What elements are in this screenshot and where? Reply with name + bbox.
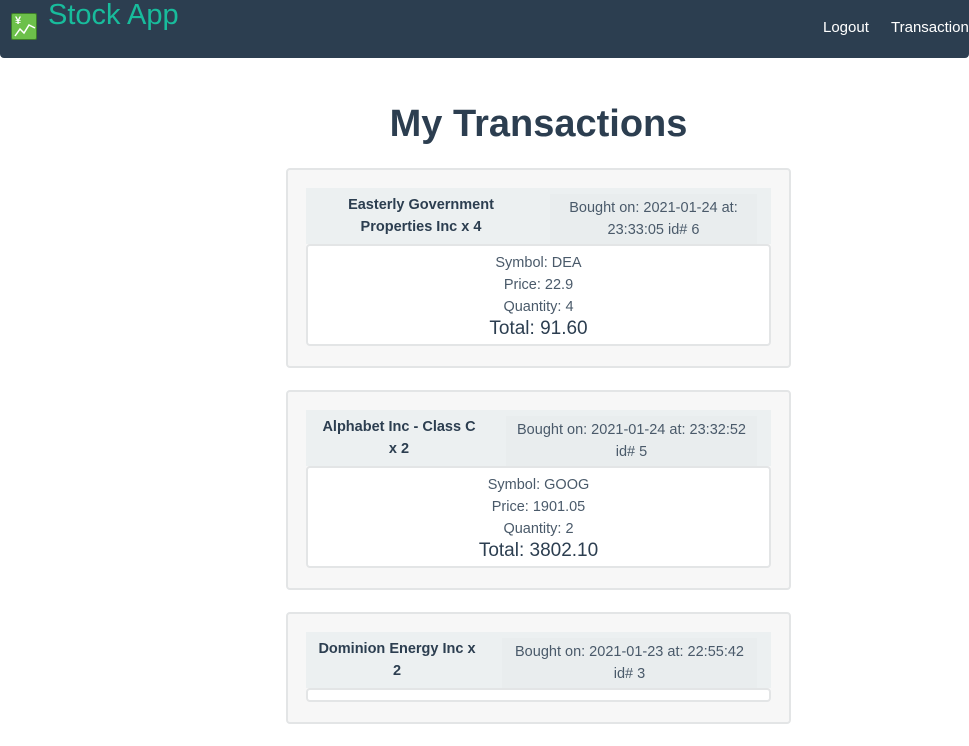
transaction-price: Price: 1901.05 xyxy=(491,499,586,515)
transaction-date: Bought on: 2021-01-23 at: 22:55:42 id# 3 xyxy=(502,638,757,688)
transaction-quantity: Quantity: 4 xyxy=(503,299,574,315)
transaction-header: Alphabet Inc - Class C x 2 Bought on: 20… xyxy=(306,410,771,466)
nav-logout-link[interactable]: Logout xyxy=(823,19,869,37)
page-title: My Transactions xyxy=(389,103,688,145)
yen-chart-icon[interactable]: ¥ xyxy=(11,13,37,40)
transaction-symbol: Symbol: DEA xyxy=(495,255,582,271)
transaction-total: Total: 3802.10 xyxy=(478,540,599,561)
transaction-price: Price: 22.9 xyxy=(503,277,574,293)
transaction-card: Alphabet Inc - Class C x 2 Bought on: 20… xyxy=(286,390,791,590)
transaction-details: Symbol: DEA Price: 22.9 Quantity: 4 Tota… xyxy=(306,244,771,346)
transaction-total: Total: 91.60 xyxy=(489,318,588,339)
nav-transactions-link[interactable]: Transactions xyxy=(891,19,969,37)
transaction-name: Alphabet Inc - Class C x 2 xyxy=(322,419,476,457)
transaction-symbol: Symbol: GOOG xyxy=(487,477,590,493)
transaction-date: Bought on: 2021-01-24 at: 23:32:52 id# 5 xyxy=(506,416,757,466)
transaction-date: Bought on: 2021-01-24 at: 23:33:05 id# 6 xyxy=(550,194,757,244)
transaction-name: Dominion Energy Inc x 2 xyxy=(318,641,476,679)
transaction-list: Easterly Government Properties Inc x 4 B… xyxy=(286,168,791,746)
transaction-card: Dominion Energy Inc x 2 Bought on: 2021-… xyxy=(286,612,791,724)
brand-title[interactable]: Stock App xyxy=(48,0,179,32)
transaction-details xyxy=(306,688,771,702)
transaction-card: Easterly Government Properties Inc x 4 B… xyxy=(286,168,791,368)
transaction-header: Dominion Energy Inc x 2 Bought on: 2021-… xyxy=(306,632,771,688)
transaction-header: Easterly Government Properties Inc x 4 B… xyxy=(306,188,771,244)
navbar: ¥ Stock App Logout Transactions xyxy=(0,0,969,58)
transaction-quantity: Quantity: 2 xyxy=(503,521,574,537)
transaction-details: Symbol: GOOG Price: 1901.05 Quantity: 2 … xyxy=(306,466,771,568)
transaction-name: Easterly Government Properties Inc x 4 xyxy=(348,197,494,235)
